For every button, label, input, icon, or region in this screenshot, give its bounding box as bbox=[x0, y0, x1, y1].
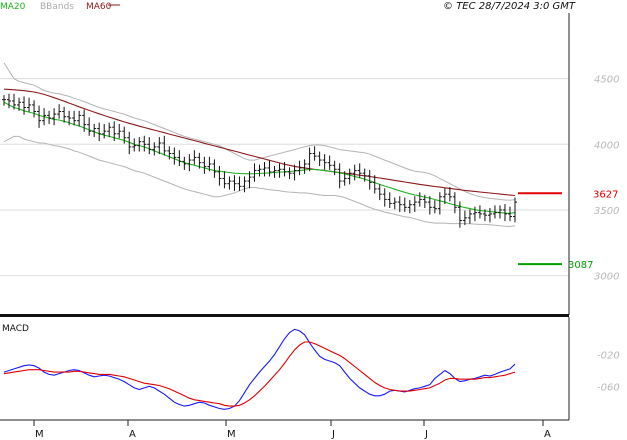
time-axis: MAMJJA bbox=[0, 419, 569, 440]
legend-ma20: MA20 bbox=[0, 2, 26, 12]
macd-panel: MACD -020 -060 bbox=[2, 317, 620, 420]
macd-title: MACD bbox=[2, 324, 29, 334]
panel-separator bbox=[0, 314, 569, 317]
series-macd bbox=[3, 328, 516, 410]
month-label: M bbox=[227, 429, 236, 440]
level-support-label: 3087 bbox=[568, 260, 593, 271]
month-label: M bbox=[35, 429, 44, 440]
macd-tick-label: -020 bbox=[597, 351, 620, 362]
legend-bbands: BBands bbox=[40, 2, 74, 12]
month-label: A bbox=[544, 429, 551, 440]
price-tick-label: 3000 bbox=[594, 272, 619, 283]
timestamp: © TEC 28/7/2024 3:0 GMT bbox=[443, 1, 576, 12]
month-label: J bbox=[331, 429, 335, 440]
macd-tick-label: -060 bbox=[597, 382, 620, 393]
month-label: A bbox=[129, 429, 136, 440]
macd-series bbox=[3, 328, 516, 410]
price-tick-label: 4000 bbox=[594, 140, 619, 151]
price-panel: 3627 3087 3000 3500 4000 4500 bbox=[0, 13, 619, 315]
price-tick-label: 4500 bbox=[594, 75, 619, 86]
level-resistance-label: 3627 bbox=[593, 189, 618, 200]
price-tick-label: 3500 bbox=[594, 206, 619, 217]
legend: MA20 BBands MA60 bbox=[0, 2, 120, 12]
stock-chart: MA20 BBands MA60 © TEC 28/7/2024 3:0 GMT… bbox=[0, 1, 620, 440]
month-ticks: MAMJJA bbox=[33, 420, 551, 440]
macd-axis-ticks: -020 -060 bbox=[597, 351, 620, 394]
series-signal bbox=[3, 341, 516, 407]
price-axis-ticks: 3000 3500 4000 4500 bbox=[594, 75, 619, 283]
legend-ma60: MA60 bbox=[86, 2, 112, 12]
month-label: J bbox=[424, 429, 428, 440]
